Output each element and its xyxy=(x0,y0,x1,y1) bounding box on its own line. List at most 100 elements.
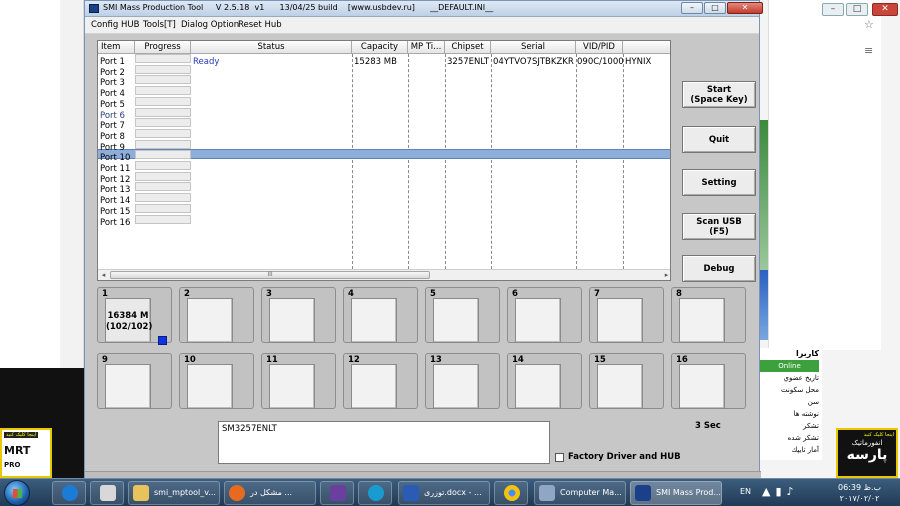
scan-usb-button[interactable]: Scan USB (F5) xyxy=(682,213,756,240)
table-row-port-13[interactable]: Port 13 xyxy=(100,185,130,195)
progress-bar xyxy=(135,182,191,192)
smi-tool-icon xyxy=(635,485,651,501)
factory-driver-checkbox[interactable] xyxy=(555,452,564,462)
column-header-progress[interactable]: Progress xyxy=(135,41,191,54)
language-indicator[interactable]: EN xyxy=(740,487,751,496)
factory-driver-option[interactable]: Factory Driver and HUB xyxy=(555,452,681,462)
taskbar-ie[interactable] xyxy=(52,481,86,505)
browser-toolbar-icons: ☆ ≡ xyxy=(864,12,874,64)
folder-icon xyxy=(133,485,149,501)
volume-icon[interactable]: ♪ xyxy=(787,485,799,498)
app-2-icon xyxy=(368,485,384,501)
minimize-button[interactable]: – xyxy=(681,2,703,14)
setting-button[interactable]: Setting xyxy=(682,169,756,196)
table-row-port-12[interactable]: Port 12 xyxy=(100,175,130,185)
parse-ad[interactable]: اینجا کلیک کنید انفورماتیک پارسه xyxy=(836,428,898,478)
table-row-port-9[interactable]: Port 9 xyxy=(100,143,125,153)
menu-reset-hub[interactable]: Reset Hub xyxy=(238,20,282,30)
taskbar-smi-mass-production[interactable]: SMI Mass Prod... xyxy=(630,481,722,505)
horizontal-scrollbar[interactable]: ◂ III ▸ xyxy=(98,269,670,280)
taskbar-app[interactable] xyxy=(90,481,124,505)
app-icon xyxy=(89,4,99,13)
forum-user-line: سن xyxy=(807,398,819,406)
column-header-serial[interactable]: Serial xyxy=(491,41,576,54)
maximize-button[interactable]: □ xyxy=(704,2,726,14)
tray-expand-icon[interactable]: ▲ xyxy=(762,485,775,498)
browser-close-icon[interactable]: ✕ xyxy=(872,3,898,16)
table-row-port-8[interactable]: Port 8 xyxy=(100,132,125,142)
slot-7[interactable]: 7 xyxy=(589,287,664,343)
scroll-right-icon[interactable]: ▸ xyxy=(661,270,670,280)
column-header-capacity[interactable]: Capacity xyxy=(352,41,408,54)
menu-dialog-option[interactable]: Dialog Option xyxy=(181,20,239,30)
factory-driver-label: Factory Driver and HUB xyxy=(568,452,681,462)
table-row-port-14[interactable]: Port 14 xyxy=(100,196,130,206)
menu-config-hub[interactable]: Config HUB xyxy=(91,20,139,30)
slot-3[interactable]: 3 xyxy=(261,287,336,343)
close-button[interactable]: ✕ xyxy=(727,2,763,14)
table-row-port-1[interactable]: Port 1 xyxy=(100,57,125,67)
taskbar-app-2[interactable] xyxy=(358,481,392,505)
column-divider xyxy=(352,54,353,269)
table-row-port-5[interactable]: Port 5 xyxy=(100,100,125,110)
quit-button[interactable]: Quit xyxy=(682,126,756,153)
taskbar-label: Computer Ma... xyxy=(560,488,622,497)
scroll-left-icon[interactable]: ◂ xyxy=(98,270,109,280)
taskbar-chrome[interactable] xyxy=(494,481,528,505)
start-button[interactable] xyxy=(4,480,30,506)
slot-15[interactable]: 15 xyxy=(589,353,664,409)
table-row-port-6[interactable]: Port 6 xyxy=(100,111,125,121)
menu-icon[interactable]: ≡ xyxy=(864,38,874,64)
table-row-port-16[interactable]: Port 16 xyxy=(100,218,130,228)
model-info-box[interactable]: SM3257ENLT xyxy=(218,421,550,464)
table-row-port-10[interactable]: Port 10 xyxy=(100,153,130,163)
taskbar-label: SMI Mass Prod... xyxy=(656,488,721,497)
table-row-port-11[interactable]: Port 11 xyxy=(100,164,130,174)
debug-button[interactable]: Debug xyxy=(682,255,756,282)
app-icon xyxy=(100,485,116,501)
slot-1[interactable]: 1 16384 M (102/102) xyxy=(97,287,172,345)
slot-16[interactable]: 16 xyxy=(671,353,746,409)
scroll-thumb[interactable]: III xyxy=(110,271,430,279)
taskbar-word[interactable]: توزری.docx - ... xyxy=(398,481,490,505)
mrt-pro-ad[interactable]: اینجا کلیک کنید MRT PRO xyxy=(0,428,52,478)
column-header-chipset[interactable]: Chipset xyxy=(445,41,491,54)
table-row-port-3[interactable]: Port 3 xyxy=(100,78,125,88)
title-bar[interactable]: SMI Mass Production Tool V 2.5.18 v1 13/… xyxy=(85,1,763,17)
taskbar-smi-folder[interactable]: smi_mptool_v... xyxy=(128,481,220,505)
slot-6[interactable]: 6 xyxy=(507,287,582,343)
column-header-vid-pid[interactable]: VID/PID xyxy=(576,41,623,54)
taskbar-visual-studio[interactable] xyxy=(320,481,354,505)
browser-minimize-icon[interactable]: – xyxy=(822,3,844,16)
firefox-icon xyxy=(229,485,245,501)
taskbar-firefox[interactable]: مشکل در ... xyxy=(224,481,316,505)
start-button[interactable]: Start (Space Key) xyxy=(682,81,756,108)
column-header-flash[interactable] xyxy=(623,41,670,54)
taskbar-label: توزری.docx - ... xyxy=(424,488,482,497)
slot-11[interactable]: 11 xyxy=(261,353,336,409)
slot-8[interactable]: 8 xyxy=(671,287,746,343)
slot-10[interactable]: 10 xyxy=(179,353,254,409)
table-row-port-15[interactable]: Port 15 xyxy=(100,207,130,217)
slot-9[interactable]: 9 xyxy=(97,353,172,409)
slot-14[interactable]: 14 xyxy=(507,353,582,409)
slot-12[interactable]: 12 xyxy=(343,353,418,409)
column-header-status[interactable]: Status xyxy=(191,41,352,54)
slot-5[interactable]: 5 xyxy=(425,287,500,343)
slot-4[interactable]: 4 xyxy=(343,287,418,343)
progress-bar xyxy=(135,203,191,213)
table-row-port-7[interactable]: Port 7 xyxy=(100,121,125,131)
progress-bar xyxy=(135,75,191,85)
column-header-mp-time[interactable]: MP Ti... xyxy=(408,41,445,54)
menu-tools[interactable]: Tools[T] xyxy=(143,20,176,30)
table-row-port-2[interactable]: Port 2 xyxy=(100,68,125,78)
slot-2[interactable]: 2 xyxy=(179,287,254,343)
column-header-item[interactable]: Item xyxy=(98,41,135,54)
table-row-port-4[interactable]: Port 4 xyxy=(100,89,125,99)
star-icon[interactable]: ☆ xyxy=(864,12,874,38)
slot-13[interactable]: 13 xyxy=(425,353,500,409)
network-icon[interactable]: ▮ xyxy=(775,485,786,498)
taskbar-computer-management[interactable]: Computer Ma... xyxy=(534,481,626,505)
system-clock[interactable]: 06:39 ب.ظ ۲۰۱۷/۰۲/۰۲ xyxy=(838,482,881,504)
port-table[interactable]: Item Progress Status Capacity MP Ti... C… xyxy=(97,40,671,281)
